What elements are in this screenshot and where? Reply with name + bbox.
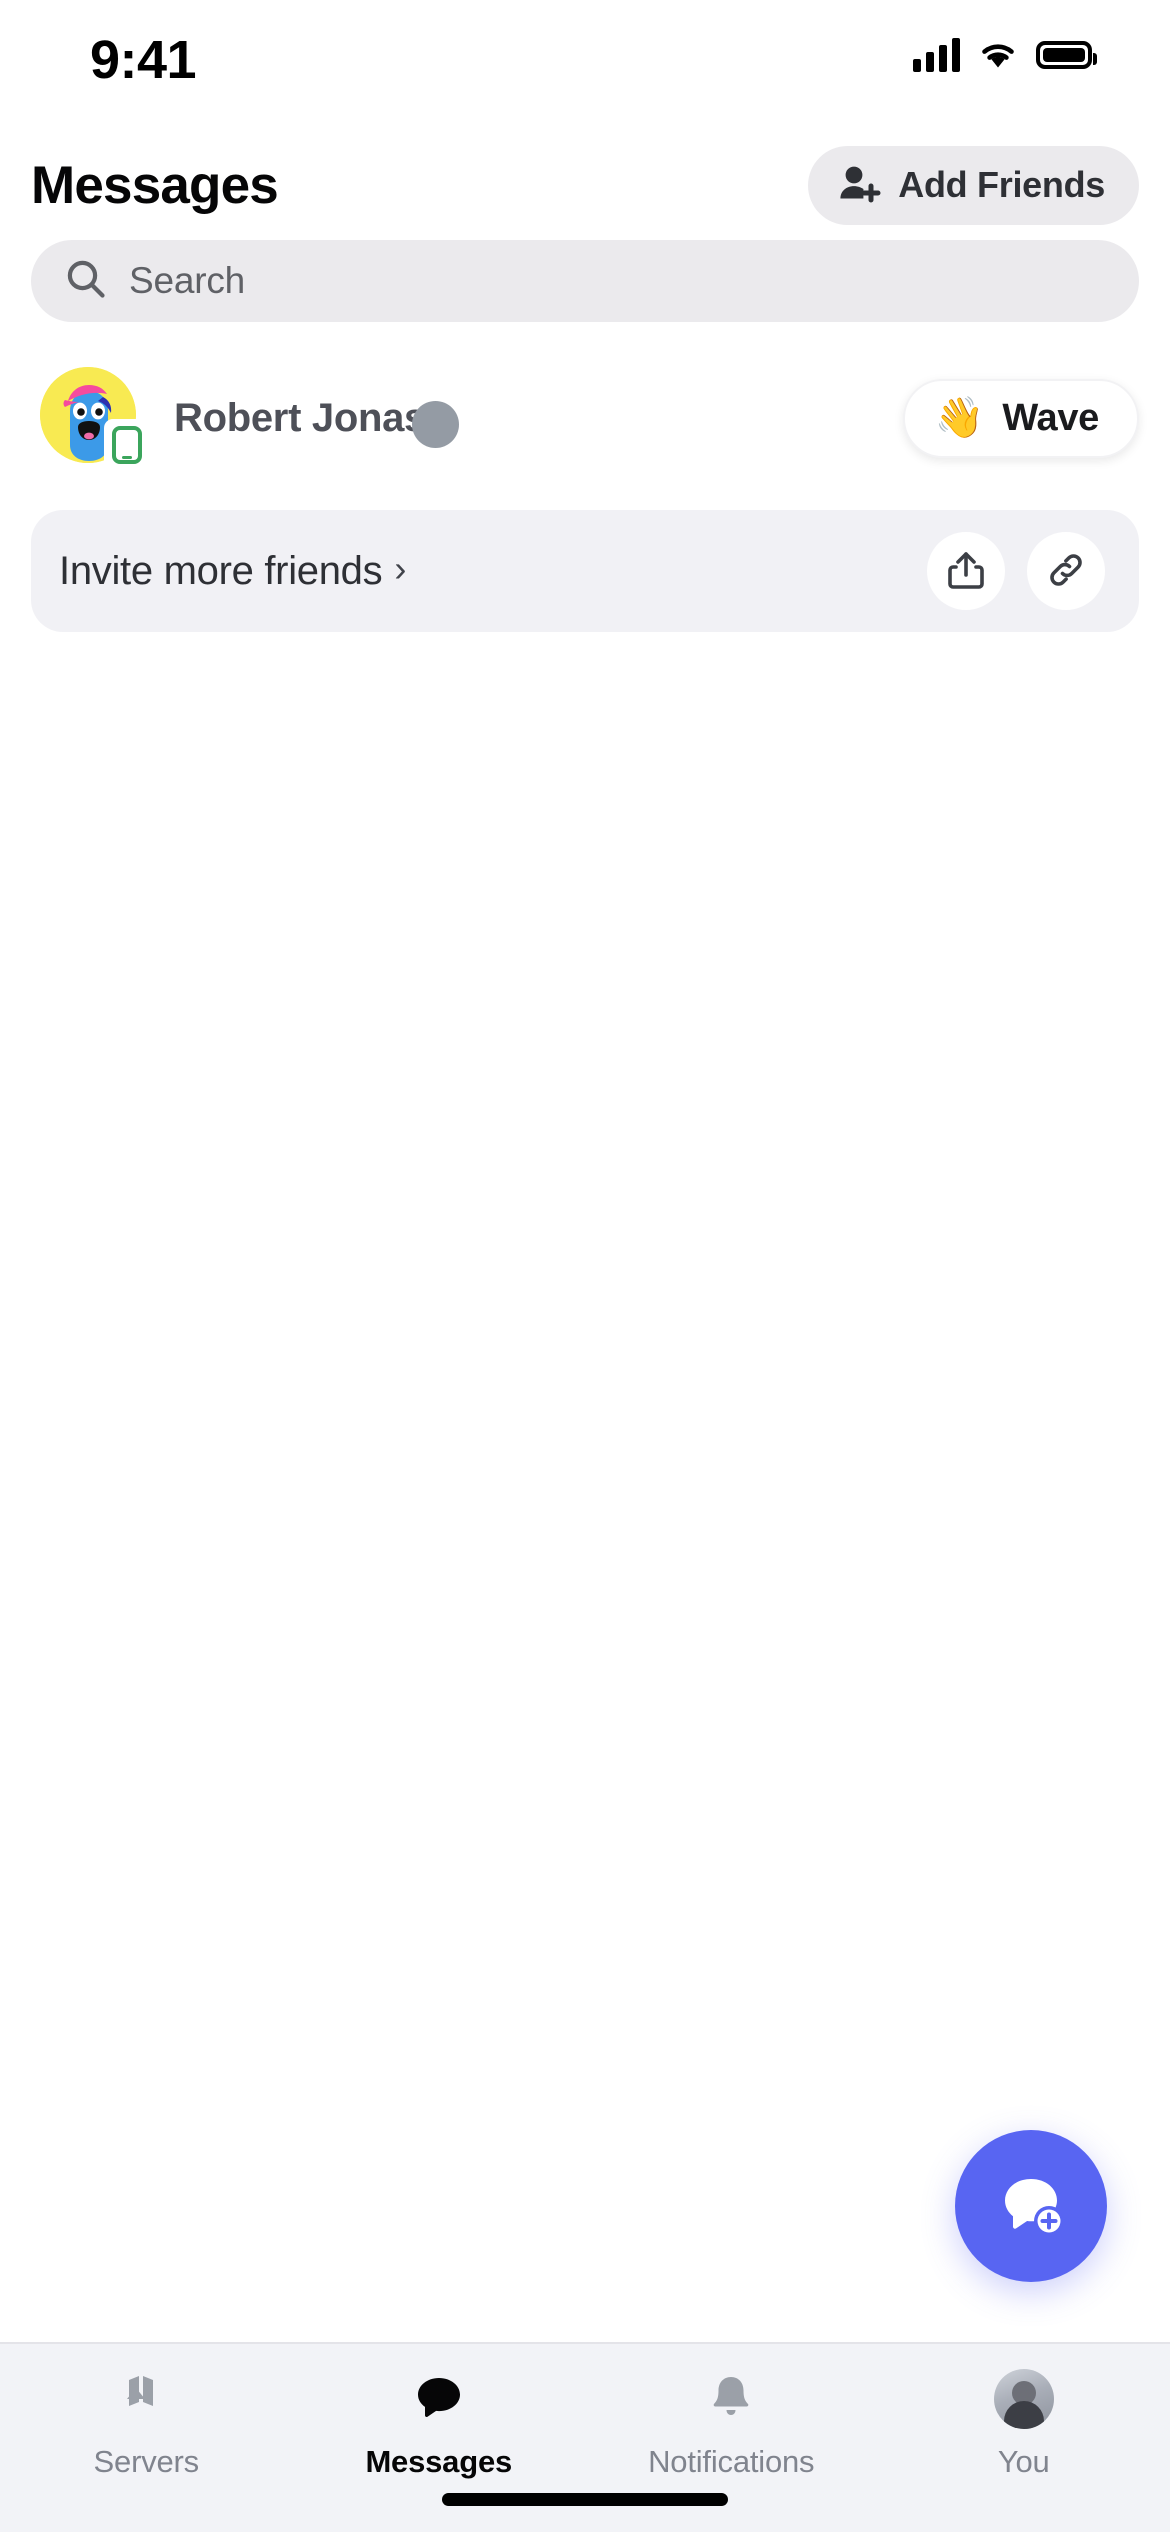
add-friends-button[interactable]: Add Friends	[808, 145, 1139, 225]
wave-button[interactable]: 👋 Wave	[902, 378, 1139, 458]
tab-label-messages: Messages	[365, 2444, 513, 2479]
invite-label: Invite more friends	[59, 548, 383, 593]
copy-link-button[interactable]	[1027, 532, 1105, 610]
wave-label: Wave	[1002, 396, 1099, 439]
tab-servers[interactable]: Servers	[0, 2368, 293, 2480]
search-placeholder: Search	[129, 260, 246, 301]
search-section: Search	[0, 240, 1170, 344]
mobile-phone-icon	[104, 419, 150, 471]
profile-photo	[993, 2369, 1054, 2429]
tab-label-you: You	[997, 2444, 1050, 2479]
conversation-list-empty-area	[0, 660, 1170, 2342]
new-message-icon	[991, 2165, 1071, 2248]
invite-more-friends-link[interactable]: Invite more friends ›	[59, 549, 406, 594]
friend-row[interactable]: Robert Jonas 👋 Wave	[0, 344, 1170, 492]
share-icon	[947, 550, 985, 593]
search-icon	[65, 258, 107, 305]
messages-icon	[410, 2368, 468, 2430]
status-bar: 9:41	[0, 0, 1170, 130]
new-message-button[interactable]	[955, 2130, 1107, 2282]
page-header: Messages Add Friends	[0, 130, 1170, 240]
chevron-right-icon: ›	[394, 548, 407, 589]
person-add-icon	[838, 164, 882, 207]
notifications-icon	[702, 2368, 760, 2430]
tab-notifications[interactable]: Notifications	[585, 2368, 878, 2480]
friend-name: Robert Jonas	[174, 395, 427, 440]
share-button[interactable]	[927, 532, 1005, 610]
user-avatar-icon	[993, 2368, 1054, 2430]
status-bar-time: 9:41	[90, 30, 197, 90]
tab-you[interactable]: You	[878, 2368, 1170, 2480]
page-title: Messages	[31, 155, 279, 215]
invite-card[interactable]: Invite more friends ›	[31, 510, 1139, 632]
avatar[interactable]	[40, 367, 150, 471]
wifi-icon	[978, 40, 1018, 70]
tab-label-notifications: Notifications	[648, 2444, 815, 2479]
tab-messages[interactable]: Messages	[293, 2368, 586, 2480]
link-icon	[1046, 550, 1086, 593]
waving-hand-icon: 👋	[934, 396, 985, 440]
home-indicator	[442, 2493, 728, 2506]
status-badge	[412, 400, 460, 448]
battery-icon	[1036, 41, 1097, 69]
servers-icon	[117, 2368, 175, 2430]
add-friends-label: Add Friends	[898, 164, 1105, 205]
cellular-signal-icon	[913, 38, 960, 72]
search-input[interactable]: Search	[31, 240, 1139, 322]
tab-label-servers: Servers	[93, 2444, 200, 2479]
invite-section: Invite more friends ›	[0, 492, 1170, 660]
status-bar-indicators	[913, 38, 1097, 72]
app-screen: 9:41 Messages Add Friends Search Robert …	[0, 0, 1170, 2532]
